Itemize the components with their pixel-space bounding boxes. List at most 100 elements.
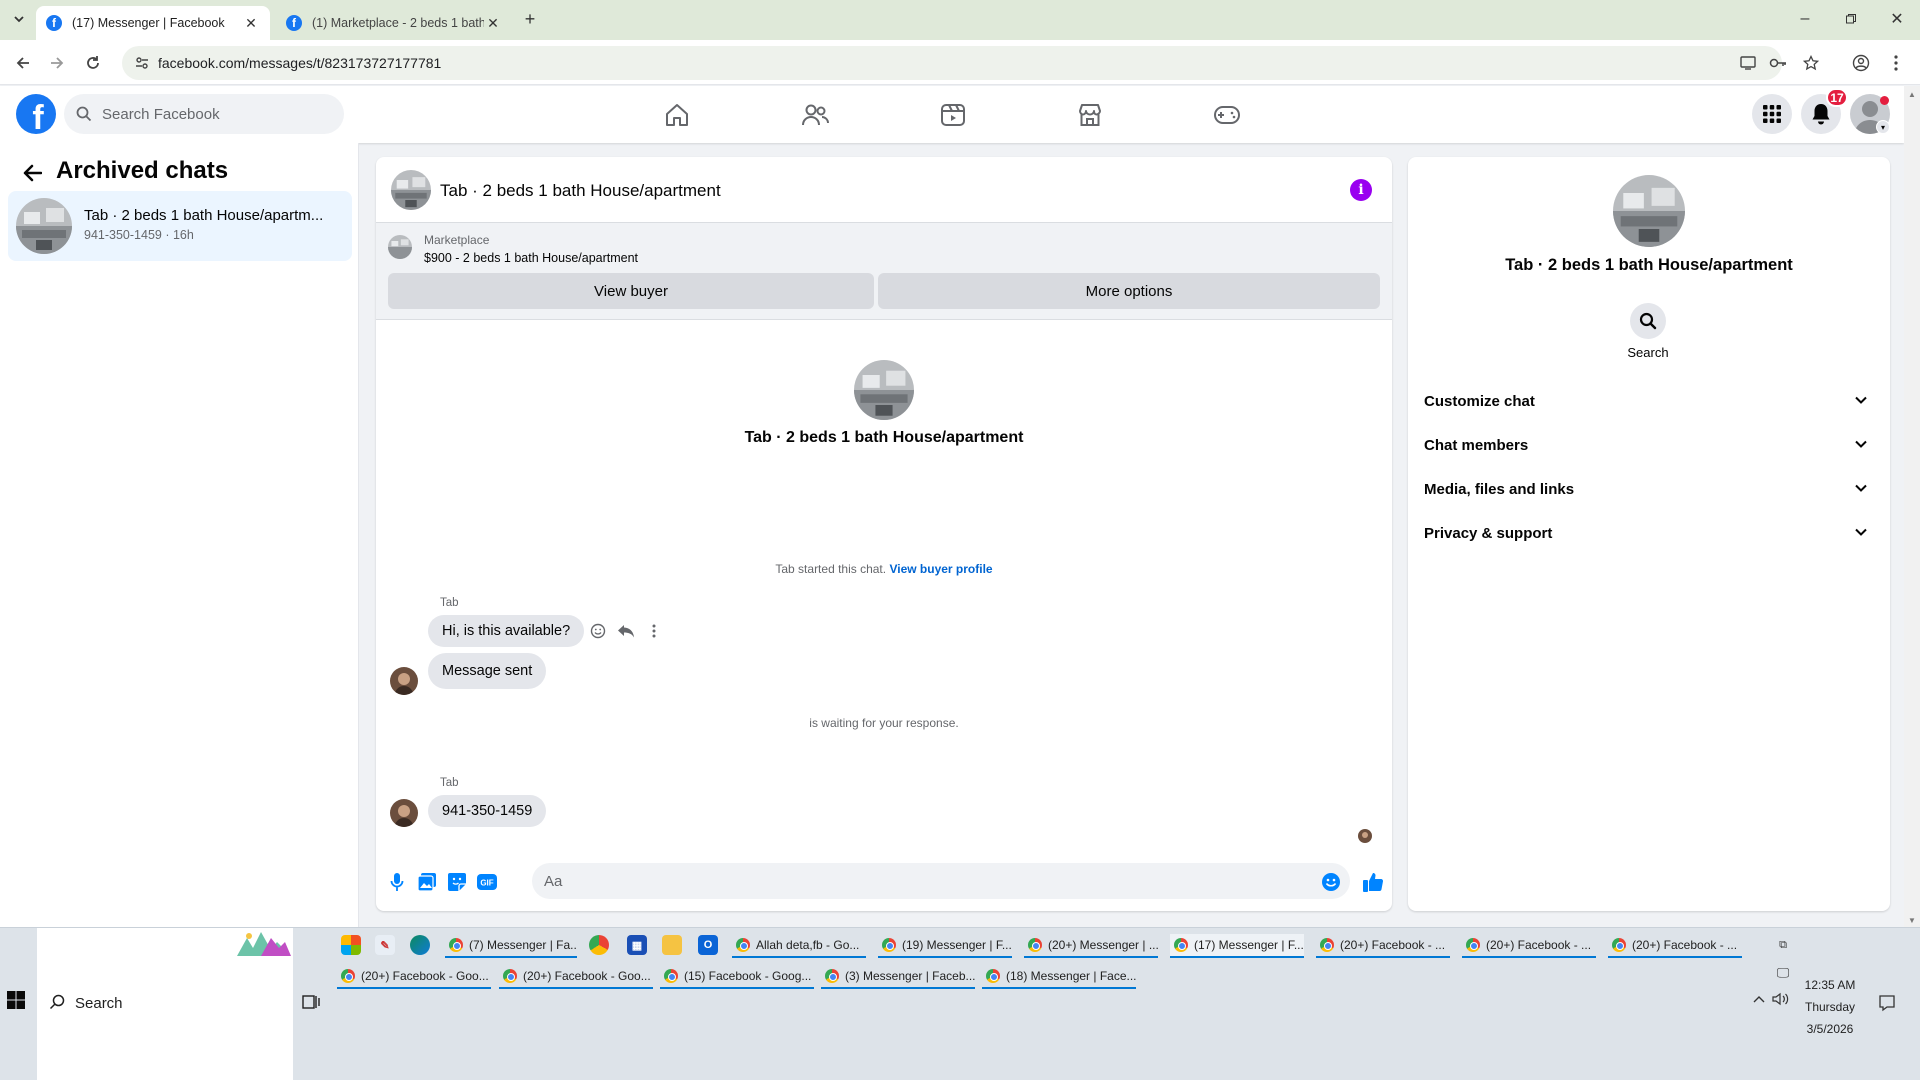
view-buyer-button[interactable]: View buyer [388,273,874,309]
browser-tab-messenger[interactable]: f (17) Messenger | Facebook ✕ [36,6,270,40]
menu-grid-button[interactable] [1752,94,1792,134]
chat-list-item[interactable]: Tab · 2 beds 1 bath House/apartm... 941-… [8,191,352,261]
message-bubble[interactable]: Message sent [428,653,547,689]
page-scrollbar[interactable]: ▲ ▼ [1904,86,1920,927]
task-view-icon[interactable] [302,993,322,1013]
react-emoji-icon[interactable] [588,621,608,641]
taskbar-window-button[interactable]: (20+) Facebook - Goo... [337,965,491,989]
photo-attach-icon[interactable] [414,869,440,895]
video-icon[interactable] [938,100,968,130]
media-files-links-row[interactable]: Media, files and links [1416,469,1882,509]
store-app-icon[interactable]: ▦ [627,935,647,955]
chat-started-notice: Tab started this chat. View buyer profil… [376,562,1392,576]
facebook-search-input[interactable]: Search Facebook [64,94,344,134]
info-icon[interactable]: i [1350,179,1372,201]
scroll-up-icon[interactable]: ▲ [1908,90,1916,99]
taskbar-window-button[interactable]: (15) Facebook - Goog... [660,965,814,989]
taskbar-window-button[interactable]: (20+) Messenger | ... [1024,934,1158,958]
scroll-down-icon[interactable]: ▼ [1908,916,1916,925]
reply-icon[interactable] [616,621,636,641]
listing-title[interactable]: $900 - 2 beds 1 bath House/apartment [424,251,638,265]
gaming-icon[interactable] [1212,100,1242,130]
conversation-header: Tab · 2 beds 1 bath House/apartment i [376,157,1392,223]
taskbar-window-button[interactable]: (19) Messenger | F... [878,934,1012,958]
taskbar-window-button[interactable]: (18) Messenger | Face... [982,965,1136,989]
microphone-icon[interactable] [384,869,410,895]
chat-info-avatar[interactable] [1613,175,1685,247]
marketplace-icon[interactable] [1075,100,1105,130]
taskbar-window-button[interactable]: (20+) Facebook - ... [1462,934,1596,958]
window-title: (20+) Facebook - ... [1632,938,1738,952]
sticker-icon[interactable] [444,869,470,895]
password-key-icon[interactable] [1767,52,1789,74]
install-app-icon[interactable] [1737,52,1759,74]
customize-chat-row[interactable]: Customize chat [1416,381,1882,421]
back-icon[interactable] [10,50,36,76]
conversation-avatar[interactable] [391,170,431,210]
chat-members-row[interactable]: Chat members [1416,425,1882,465]
copilot-app-icon[interactable] [341,935,361,955]
close-window-icon[interactable]: ✕ [1882,8,1912,30]
chrome-icon [736,938,750,952]
facebook-logo-icon[interactable]: f [16,94,56,134]
sender-avatar[interactable] [390,667,418,695]
tab-search-chevron-icon[interactable] [8,8,30,30]
taskbar-overflow-icon[interactable]: ⧉ [1773,935,1793,955]
conversation-title[interactable]: Tab · 2 beds 1 bath House/apartment [440,181,721,201]
friends-icon[interactable] [800,100,830,130]
privacy-support-row[interactable]: Privacy & support [1416,513,1882,553]
edge-browser-icon[interactable] [410,935,430,955]
more-actions-icon[interactable] [644,621,664,641]
show-hidden-icons-chevron-icon[interactable] [1750,990,1768,1008]
forward-icon[interactable] [44,50,70,76]
section-label: Chat members [1424,436,1529,454]
taskbar-window-button[interactable]: (7) Messenger | Fa... [445,934,577,958]
browser-tab-marketplace[interactable]: f (1) Marketplace - 2 beds 1 bath ✕ [276,6,512,40]
chevron-down-icon [1854,437,1868,451]
close-tab-icon[interactable]: ✕ [484,14,502,32]
taskbar-window-button[interactable]: (17) Messenger | F... [1170,934,1304,958]
file-explorer-icon[interactable] [662,935,682,955]
taskbar-window-button[interactable]: (3) Messenger | Faceb... [821,965,975,989]
window-title: Allah deta,fb - Go... [756,938,860,952]
taskbar-window-button[interactable]: (20+) Facebook - ... [1608,934,1742,958]
profile-account-icon[interactable] [1850,52,1872,74]
browser-menu-icon[interactable] [1885,52,1907,74]
emoji-icon[interactable] [1318,869,1344,895]
sender-avatar[interactable] [390,799,418,827]
view-buyer-profile-link[interactable]: View buyer profile [889,562,992,576]
chrome-app-icon[interactable] [589,935,609,955]
thumbs-up-icon[interactable] [1360,869,1386,895]
system-clock[interactable]: 12:35 AM Thursday 3/5/2026 [1790,974,1870,1040]
window-title: (18) Messenger | Face... [1006,969,1136,983]
notification-center-icon[interactable] [1878,994,1896,1012]
conversation-intro-avatar[interactable] [854,360,914,420]
message-composer: GIF [376,855,1392,911]
windows-start-icon[interactable] [6,990,30,1014]
volume-icon[interactable] [1772,990,1790,1008]
message-input[interactable] [532,863,1350,899]
taskbar-window-button[interactable]: Allah deta,fb - Go... [732,934,866,958]
bookmark-star-icon[interactable] [1800,52,1822,74]
paint-app-icon[interactable]: ✎ [375,935,395,955]
home-icon[interactable] [662,100,692,130]
more-options-button[interactable]: More options [878,273,1380,309]
message-bubble[interactable]: Hi, is this available? [428,615,585,647]
site-settings-icon[interactable] [134,55,150,71]
close-tab-icon[interactable]: ✕ [242,14,260,32]
account-chevron-icon[interactable]: ▾ [1876,120,1890,134]
search-in-conversation-button[interactable] [1630,303,1666,339]
outlook-app-icon[interactable]: O [698,935,718,955]
taskbar-window-button[interactable]: (20+) Facebook - Goo... [499,965,653,989]
taskbar-window-button[interactable]: (20+) Facebook - ... [1316,934,1450,958]
new-tab-icon[interactable]: + [519,8,541,30]
gif-icon[interactable]: GIF [474,869,500,895]
taskbar-search-box[interactable]: Search [37,928,293,1080]
back-arrow-icon[interactable] [18,159,46,187]
minimize-icon[interactable]: – [1790,8,1820,30]
clock-date: 3/5/2026 [1806,1022,1854,1036]
restore-icon[interactable] [1836,8,1866,30]
message-bubble[interactable]: 941-350-1459 [428,795,547,827]
url-field[interactable]: facebook.com/messages/t/823173727177781 [122,46,1782,80]
reload-icon[interactable] [80,50,106,76]
